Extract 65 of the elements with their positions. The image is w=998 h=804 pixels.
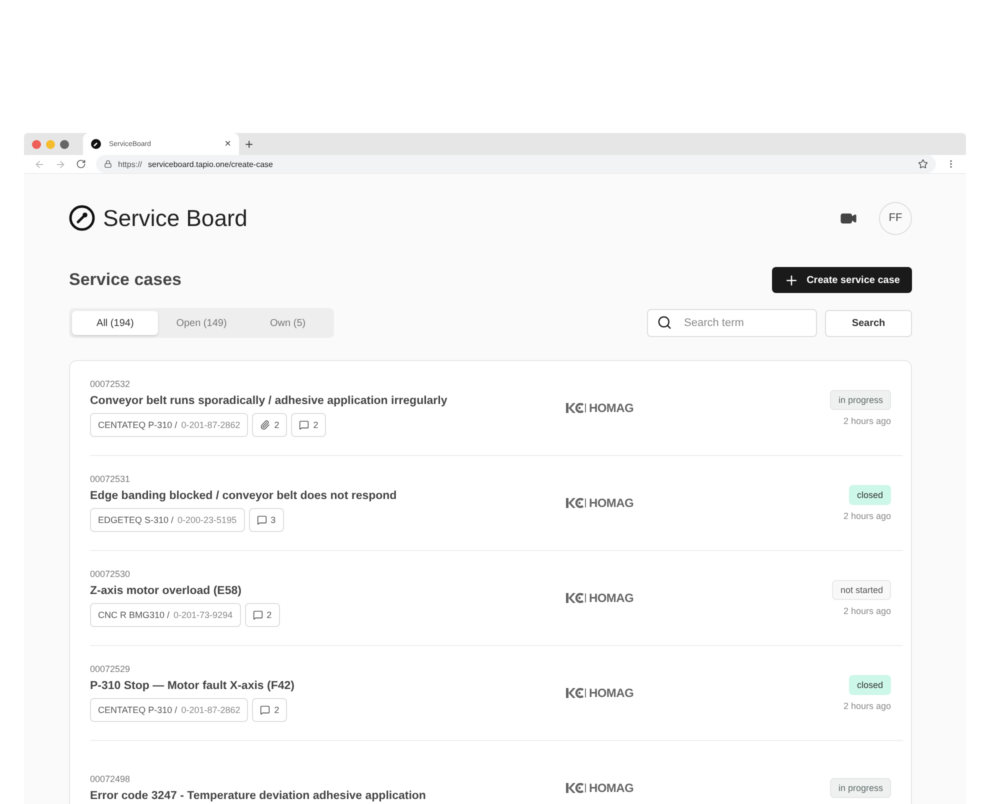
case-time: 2 hours ago: [843, 701, 891, 711]
comment-icon: [260, 705, 270, 715]
minimize-window-dot[interactable]: [46, 140, 55, 148]
brand-mark-icon: [566, 403, 586, 413]
brand-logo-text: HOMAG: [589, 591, 634, 605]
machine-tag: CENTATEQ P-310 / 0-201-87-2862: [90, 413, 248, 437]
user-avatar[interactable]: FF: [879, 202, 912, 234]
case-number: 00072498: [90, 774, 132, 784]
filter-tab[interactable]: Own (5): [244, 311, 331, 335]
maximize-window-dot[interactable]: [60, 140, 69, 148]
section-title: Service cases: [69, 270, 182, 290]
brand-logo-text: HOMAG: [589, 686, 634, 700]
filter-tab[interactable]: All (194): [72, 311, 158, 335]
brand-mark-icon: [566, 593, 586, 603]
url-scheme: https://: [118, 160, 142, 168]
case-time: 2 hours ago: [843, 511, 891, 521]
comment-icon: [299, 420, 310, 430]
paperclip-icon: [260, 420, 270, 430]
create-service-case-button[interactable]: Create service case: [772, 267, 912, 293]
status-badge: not started: [832, 580, 891, 600]
comment-count: 2: [291, 413, 326, 437]
app-title: Service Board: [103, 204, 248, 232]
brand-mark-icon: [566, 498, 586, 508]
machine-tag: CENTATEQ P-310 / 0-201-87-2862: [90, 698, 248, 722]
plus-icon: [784, 272, 799, 288]
status-badge: closed: [848, 675, 891, 695]
comment-icon: [256, 515, 267, 525]
url-path: serviceboard.tapio.one/create-case: [148, 160, 273, 168]
lock-icon: [104, 160, 112, 168]
status-badge: in progress: [830, 778, 891, 798]
case-number: 00072529: [90, 664, 132, 674]
address-bar[interactable]: https:// serviceboard.tapio.one/create-case: [96, 155, 936, 173]
comment-count: 2: [244, 603, 280, 627]
search-icon: [657, 315, 672, 330]
case-number: 00072531: [90, 474, 132, 484]
machine-tag: CNC R BMG310 / 0-201-73-9294: [90, 603, 241, 627]
case-time: 2 hours ago: [843, 606, 891, 616]
case-number: 00072530: [90, 569, 132, 579]
case-title[interactable]: Z-axis motor overload (E58): [90, 585, 566, 597]
comment-count: 3: [248, 508, 284, 532]
filter-tab[interactable]: Open (149): [158, 311, 245, 335]
comment-icon: [252, 610, 263, 620]
machine-tag: EDGETEQ S-310 / 0-200-23-5195: [90, 508, 245, 532]
brand-logo-text: HOMAG: [589, 781, 634, 795]
new-tab-button[interactable]: +: [245, 136, 254, 152]
case-title[interactable]: Conveyor belt runs sporadically / adhesive application irregularly: [90, 395, 566, 407]
brand-logo-text: HOMAG: [589, 496, 634, 510]
attachment-count: 2: [252, 413, 288, 437]
tab-close-button[interactable]: ×: [224, 138, 231, 150]
case-title[interactable]: P-310 Stop — Motor fault X-axis (F42): [90, 680, 566, 692]
reload-icon[interactable]: [76, 159, 86, 169]
case-number: 00072532: [90, 379, 132, 389]
close-window-dot[interactable]: [32, 140, 41, 148]
brand-mark-icon: [566, 688, 586, 698]
brand-logo-text: HOMAG: [589, 401, 634, 415]
comment-count: 2: [252, 698, 288, 722]
search-button[interactable]: Search: [825, 310, 912, 336]
bookmark-star-icon[interactable]: [918, 159, 928, 169]
status-badge: closed: [848, 485, 891, 505]
case-time: 2 hours ago: [843, 416, 891, 426]
search-field[interactable]: Search term: [647, 309, 817, 337]
brand-mark-icon: [566, 783, 586, 793]
case-title[interactable]: Edge banding blocked / conveyor belt does not respond: [90, 490, 566, 502]
case-title[interactable]: Error code 3247 - Temperature deviation adhesive application: [90, 790, 566, 802]
status-badge: in progress: [830, 390, 891, 410]
